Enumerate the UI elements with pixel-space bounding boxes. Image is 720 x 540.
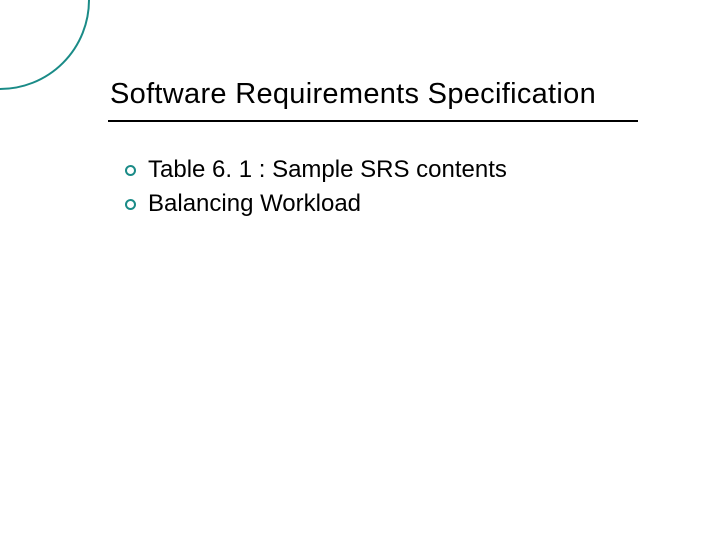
bullet-list: Table 6. 1 : Sample SRS contents Balanci… [125, 156, 507, 224]
list-item: Balancing Workload [125, 190, 507, 218]
decorative-corner-arc [0, 0, 90, 90]
bullet-text: Table 6. 1 : Sample SRS contents [148, 156, 507, 184]
list-item: Table 6. 1 : Sample SRS contents [125, 156, 507, 184]
bullet-text: Balancing Workload [148, 190, 361, 218]
circle-bullet-icon [125, 199, 136, 210]
circle-bullet-icon [125, 165, 136, 176]
title-underline [108, 120, 638, 122]
slide-title: Software Requirements Specification [110, 78, 596, 111]
